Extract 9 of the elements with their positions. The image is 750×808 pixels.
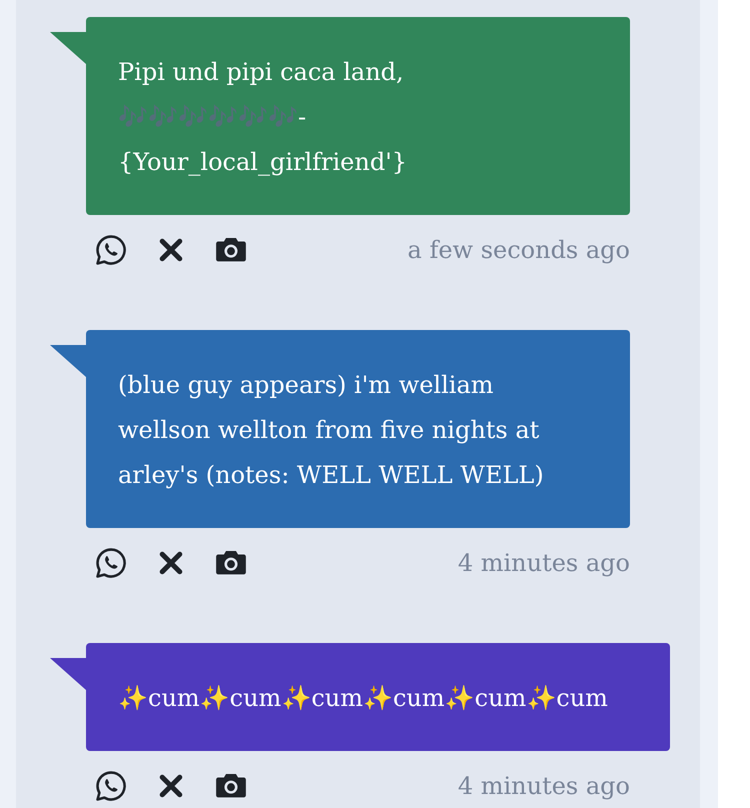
phone-bubble-icon bbox=[94, 546, 128, 580]
message-text: (blue guy appears) i'm welliam wellson wellton from five nights at arley's (notes: WELL WELL WELL) bbox=[118, 370, 545, 491]
timestamp: 4 minutes ago bbox=[458, 772, 630, 800]
phone-bubble-icon bbox=[94, 769, 128, 803]
phone-bubble-icon bbox=[94, 233, 128, 267]
message-text: Pipi und pipi caca land, 🎶🎶🎶🎶🎶🎶-{Your_local_girlfriend'} bbox=[118, 57, 408, 178]
timestamp: a few seconds ago bbox=[408, 236, 630, 264]
timestamp: 4 minutes ago bbox=[458, 549, 630, 577]
message-text: ✨cum✨cum✨cum✨cum✨cum✨cum bbox=[118, 683, 608, 714]
